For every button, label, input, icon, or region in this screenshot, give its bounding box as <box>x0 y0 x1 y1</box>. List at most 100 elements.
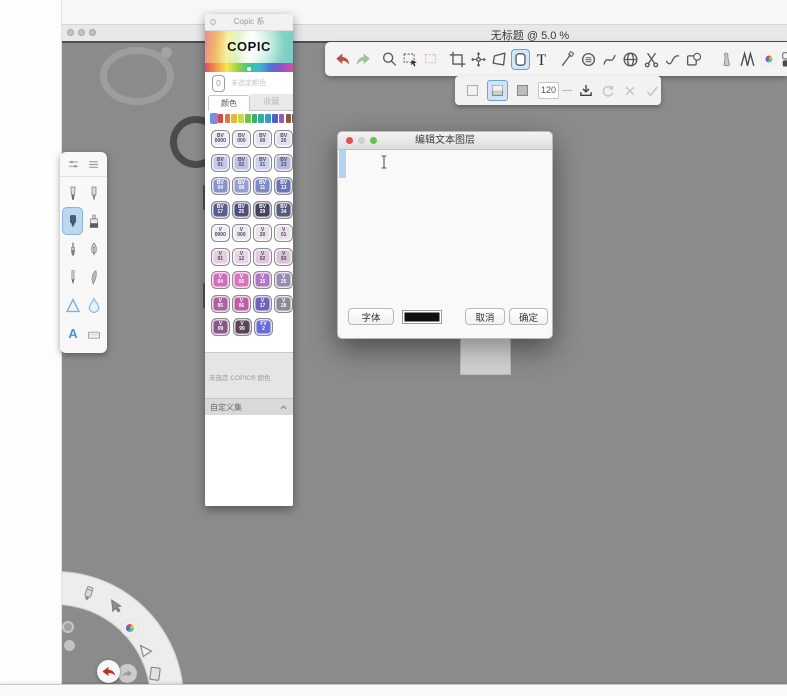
redo-icon[interactable] <box>354 49 373 70</box>
mesh-icon[interactable] <box>621 49 640 70</box>
copic-swatch-V000[interactable]: V000 <box>232 224 251 242</box>
marquee-select-icon[interactable] <box>401 49 420 70</box>
copic-swatch-V0000[interactable]: V0000 <box>211 224 230 242</box>
calligraphy-icon[interactable] <box>738 49 757 70</box>
ring-more-button[interactable] <box>118 664 137 683</box>
copic-swatch-V25[interactable]: V25 <box>274 271 293 289</box>
size-slider-handle[interactable]: — <box>562 85 572 96</box>
nib-pen-icon[interactable] <box>83 235 104 263</box>
fountain-pen-icon[interactable] <box>62 179 83 207</box>
copic-swatch-V01[interactable]: V01 <box>274 224 293 242</box>
square-gradient-icon[interactable] <box>487 80 508 101</box>
color-family-swatch[interactable] <box>231 114 237 123</box>
swatch-grid-icon[interactable] <box>780 49 787 70</box>
copic-swatch-V99[interactable]: V99 <box>233 318 252 336</box>
refresh-icon[interactable] <box>599 82 617 100</box>
color-family-swatch[interactable] <box>272 114 278 123</box>
custom-set-bar[interactable]: 自定义集 <box>205 398 293 415</box>
ring-option-dot[interactable] <box>62 621 74 633</box>
smudge-icon[interactable] <box>717 49 736 70</box>
color-family-swatch[interactable] <box>258 114 264 123</box>
close-panel-icon[interactable] <box>210 19 216 25</box>
quill-pen-icon[interactable] <box>83 263 104 291</box>
text-color-swatch[interactable] <box>402 310 442 324</box>
window-titlebar[interactable]: 无标题 @ 5.0 % <box>62 25 787 43</box>
copic-swatch-BV000[interactable]: BV000 <box>232 130 251 148</box>
curve-icon[interactable] <box>600 49 619 70</box>
dialog-close-icon[interactable] <box>346 137 353 144</box>
marker-tool-icon[interactable] <box>62 207 83 235</box>
copic-swatch-BV01[interactable]: BV01 <box>211 154 230 172</box>
dialog-zoom-icon[interactable] <box>370 137 377 144</box>
fineliner-icon[interactable] <box>62 263 83 291</box>
ring-lasso-cursor-icon[interactable] <box>137 643 155 661</box>
color-family-swatch[interactable] <box>218 114 224 123</box>
copic-swatch-BV20[interactable]: BV20 <box>274 130 293 148</box>
color-family-swatch[interactable] <box>286 114 292 123</box>
duplicate-icon[interactable] <box>684 49 703 70</box>
cancel-button[interactable]: 取消 <box>465 308 505 325</box>
copic-swatch-V91[interactable]: V91 <box>211 248 230 266</box>
copic-swatch-V04[interactable]: V04 <box>211 271 230 289</box>
font-button[interactable]: 字体 <box>348 308 394 325</box>
color-family-swatch[interactable] <box>292 114 293 123</box>
copic-swatch-V93[interactable]: V93 <box>274 248 293 266</box>
copic-swatch-BV31[interactable]: BV31 <box>253 154 272 172</box>
copic-swatch-V95[interactable]: V95 <box>211 295 230 313</box>
dialog-minimize-icon[interactable] <box>358 137 365 144</box>
technical-pen-icon[interactable] <box>83 179 104 207</box>
square-light-icon[interactable] <box>462 80 483 101</box>
ring-option-dot[interactable] <box>64 640 75 651</box>
minimize-window-icon[interactable] <box>78 29 85 36</box>
close-window-icon[interactable] <box>67 29 74 36</box>
distort-icon[interactable] <box>490 49 509 70</box>
copic-swatch-V05[interactable]: V05 <box>232 271 251 289</box>
scissors-icon[interactable] <box>642 49 661 70</box>
copic-swatch-BV08[interactable]: BV08 <box>232 177 251 195</box>
move-icon[interactable] <box>469 49 488 70</box>
color-wheel-icon[interactable] <box>759 49 778 70</box>
collapse-icon[interactable] <box>279 403 288 412</box>
copic-swatch-V09[interactable]: V09 <box>211 318 230 336</box>
x-icon[interactable] <box>621 82 639 100</box>
tune-icon[interactable] <box>66 157 81 172</box>
square-dark-icon[interactable] <box>512 80 533 101</box>
zoom-window-icon[interactable] <box>89 29 96 36</box>
color-family-swatch[interactable] <box>211 114 217 123</box>
check-icon[interactable] <box>643 82 661 100</box>
zoom-icon[interactable] <box>380 49 399 70</box>
color-family-swatch[interactable] <box>279 114 285 123</box>
copic-swatch-BV11[interactable]: BV11 <box>253 177 272 195</box>
copic-swatch-V20[interactable]: V20 <box>253 224 272 242</box>
color-family-swatch[interactable] <box>225 114 231 123</box>
ring-marker-icon[interactable] <box>79 585 97 603</box>
copic-swatch-V17[interactable]: V17 <box>253 295 272 313</box>
marquee-faded-icon[interactable] <box>422 49 441 70</box>
copic-swatch-BV0000[interactable]: BV0000 <box>211 130 230 148</box>
ok-button[interactable]: 确定 <box>509 308 548 325</box>
text-icon[interactable]: T <box>532 49 551 70</box>
color-family-swatch[interactable] <box>265 114 271 123</box>
copic-swatch-BV34[interactable]: BV34 <box>274 201 293 219</box>
copic-swatch-BV04[interactable]: BV04 <box>211 177 230 195</box>
tab-colors[interactable]: 颜色 <box>208 95 250 111</box>
text-tool-icon[interactable]: A <box>62 319 83 347</box>
stroke-check-icon[interactable] <box>663 49 682 70</box>
copic-swatch-BV17[interactable]: BV17 <box>211 201 230 219</box>
ring-cursor-icon[interactable] <box>107 598 125 616</box>
color-family-swatch[interactable] <box>252 114 258 123</box>
undo-icon[interactable] <box>333 49 352 70</box>
text-cursor-icon[interactable] <box>380 155 388 169</box>
tab-favorites[interactable]: 收藏 <box>250 94 293 111</box>
color-family-swatch[interactable] <box>245 114 251 123</box>
dialog-titlebar[interactable]: 编辑文本图层 <box>338 132 552 150</box>
water-drop-icon[interactable] <box>83 291 104 319</box>
eraser-icon[interactable] <box>83 319 104 347</box>
copic-swatch-V12[interactable]: V12 <box>232 248 251 266</box>
ring-canvas-icon[interactable] <box>146 665 164 683</box>
brush-size-input[interactable]: 120 <box>538 82 559 99</box>
copic-swatch-V15[interactable]: V15 <box>253 271 272 289</box>
ring-undo-button[interactable] <box>97 660 120 683</box>
color-wheel-icon[interactable] <box>121 619 139 637</box>
hue-slider[interactable] <box>205 63 293 72</box>
